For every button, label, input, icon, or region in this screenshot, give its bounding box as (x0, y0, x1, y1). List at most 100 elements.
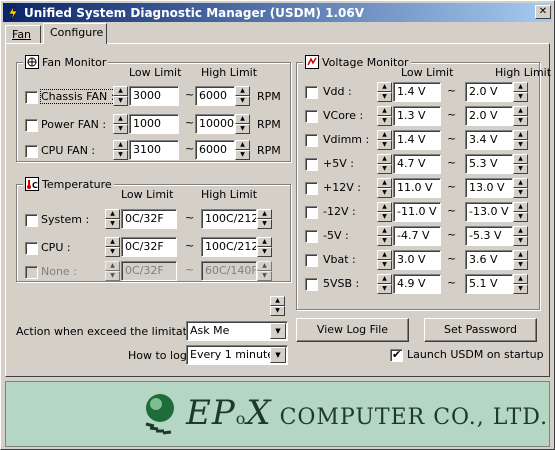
vdimm-checkbox[interactable] (305, 134, 318, 147)
vdd-low-input[interactable]: 1.4 V (393, 82, 441, 102)
plus5v-high-spinner[interactable]: ▲ ▼ (513, 154, 528, 174)
close-icon[interactable]: ✕ (535, 5, 551, 19)
5vsb-checkbox[interactable] (305, 278, 318, 291)
5vsb-low-input[interactable]: 4.9 V (393, 274, 441, 294)
minus12v-low-input[interactable]: -11.0 V (393, 202, 441, 222)
action-spinner[interactable]: ▲ ▼ (270, 296, 285, 316)
tab-configure[interactable]: Configure (43, 23, 107, 44)
plus12v-high-input[interactable]: 13.0 V (465, 178, 513, 198)
vdd-checkbox[interactable] (305, 86, 318, 99)
cpu-fan-low-input[interactable]: 3100 (129, 140, 179, 160)
cpu-temp-high-input[interactable]: 100C/212 (201, 237, 257, 257)
cpu-fan-checkbox[interactable] (25, 145, 38, 158)
range-sep: ~ (447, 276, 457, 289)
vdimm-low-spinner[interactable]: ▲ ▼ (377, 130, 392, 150)
vdimm-high-spinner[interactable]: ▲ ▼ (513, 130, 528, 150)
chassis-fan-low-input[interactable]: 3000 (129, 86, 179, 106)
range-sep: ~ (447, 180, 457, 193)
fan-monitor-title: Fan Monitor (23, 55, 109, 69)
vdd-high-input[interactable]: 2.0 V (465, 82, 513, 102)
range-sep: ~ (185, 263, 195, 276)
vbat-high-input[interactable]: 3.6 V (465, 250, 513, 270)
vcore-high-spinner[interactable]: ▲ ▼ (513, 106, 528, 126)
brand-x: X (246, 393, 272, 433)
system-temp-high-input[interactable]: 100C/212 (201, 209, 257, 229)
vbat-checkbox[interactable] (305, 254, 318, 267)
minus5v-low-spinner[interactable]: ▲ ▼ (377, 226, 392, 246)
range-sep: ~ (447, 156, 457, 169)
system-temp-low-input[interactable]: 0C/32F (121, 209, 177, 229)
none-temp-checkbox (25, 266, 38, 279)
vcore-checkbox[interactable] (305, 110, 318, 123)
5vsb-high-spinner[interactable]: ▲ ▼ (513, 274, 528, 294)
cpu-temp-checkbox[interactable] (25, 242, 38, 255)
cpu-fan-label: CPU FAN : (41, 144, 96, 157)
plus5v-low-spinner[interactable]: ▲ ▼ (377, 154, 392, 174)
power-fan-high-spinner[interactable]: ▲ ▼ (235, 114, 250, 134)
range-sep: ~ (185, 116, 195, 129)
plus5v-low-input[interactable]: 4.7 V (393, 154, 441, 174)
set-password-button[interactable]: Set Password (424, 318, 537, 342)
minus5v-low-input[interactable]: -4.7 V (393, 226, 441, 246)
chassis-fan-checkbox[interactable] (25, 91, 38, 104)
company-name: EPoX COMPUTER CO., LTD. (186, 393, 548, 433)
view-log-file-button[interactable]: View Log File (296, 318, 409, 342)
minus5v-high-spinner[interactable]: ▲ ▼ (513, 226, 528, 246)
title-bar[interactable]: Unified System Diagnostic Manager (USDM)… (3, 3, 552, 22)
minus5v-checkbox[interactable] (305, 230, 318, 243)
vbat-low-spinner[interactable]: ▲ ▼ (377, 250, 392, 270)
cpu-fan-low-spinner[interactable]: ▲ ▼ (113, 140, 128, 160)
vdimm-label: Vdimm : (323, 133, 370, 146)
power-fan-low-input[interactable]: 1000 (129, 114, 179, 134)
minus12v-low-spinner[interactable]: ▲ ▼ (377, 202, 392, 222)
power-fan-checkbox[interactable] (25, 119, 38, 132)
log-select[interactable]: Every 1 minute ▼ (186, 345, 288, 365)
cpu-temp-low-input[interactable]: 0C/32F (121, 237, 177, 257)
power-fan-high-input[interactable]: 10000 (195, 114, 235, 134)
system-temp-low-spinner[interactable]: ▲ ▼ (105, 209, 120, 229)
plus12v-low-input[interactable]: 11.0 V (393, 178, 441, 198)
plus5v-high-input[interactable]: 5.3 V (465, 154, 513, 174)
action-value: Ask Me (190, 324, 230, 337)
plus12v-checkbox[interactable] (305, 182, 318, 195)
cpu-temp-high-spinner[interactable]: ▲ ▼ (257, 237, 272, 257)
vcore-high-input[interactable]: 2.0 V (465, 106, 513, 126)
action-select[interactable]: Ask Me ▼ (186, 321, 288, 341)
cpu-temp-label: CPU : (41, 241, 71, 254)
chassis-fan-label: Chassis FAN : (39, 89, 116, 104)
minus12v-high-spinner[interactable]: ▲ ▼ (513, 202, 528, 222)
plus12v-low-spinner[interactable]: ▲ ▼ (377, 178, 392, 198)
vbat-high-spinner[interactable]: ▲ ▼ (513, 250, 528, 270)
system-temp-checkbox[interactable] (25, 214, 38, 227)
minus12v-checkbox[interactable] (305, 206, 318, 219)
vdd-high-spinner[interactable]: ▲ ▼ (513, 82, 528, 102)
minus5v-high-input[interactable]: -5.3 V (465, 226, 513, 246)
chassis-fan-high-input[interactable]: 6000 (195, 86, 235, 106)
rpm-unit: RPM (257, 118, 281, 131)
minus12v-label: -12V : (323, 205, 356, 218)
cpu-fan-high-input[interactable]: 6000 (195, 140, 235, 160)
plus12v-high-spinner[interactable]: ▲ ▼ (513, 178, 528, 198)
vcore-low-input[interactable]: 1.3 V (393, 106, 441, 126)
vdd-low-spinner[interactable]: ▲ ▼ (377, 82, 392, 102)
system-temp-high-spinner[interactable]: ▲ ▼ (257, 209, 272, 229)
plus5v-checkbox[interactable] (305, 158, 318, 171)
5vsb-low-spinner[interactable]: ▲ ▼ (377, 274, 392, 294)
power-fan-low-spinner[interactable]: ▲ ▼ (113, 114, 128, 134)
vbat-low-input[interactable]: 3.0 V (393, 250, 441, 270)
chassis-fan-high-spinner[interactable]: ▲ ▼ (235, 86, 250, 106)
vcore-low-spinner[interactable]: ▲ ▼ (377, 106, 392, 126)
vdimm-low-input[interactable]: 1.4 V (393, 130, 441, 150)
cpu-temp-low-spinner[interactable]: ▲ ▼ (105, 237, 120, 257)
voltage-icon (305, 55, 319, 69)
5vsb-high-input[interactable]: 5.1 V (465, 274, 513, 294)
chevron-down-icon[interactable]: ▼ (270, 347, 286, 363)
cpu-fan-high-spinner[interactable]: ▲ ▼ (235, 140, 250, 160)
launch-startup-checkbox[interactable] (390, 348, 403, 362)
minus5v-label: -5V : (323, 229, 349, 242)
vdimm-high-input[interactable]: 3.4 V (465, 130, 513, 150)
chassis-fan-low-spinner[interactable]: ▲ ▼ (113, 86, 128, 106)
tab-fan[interactable]: Fan (5, 25, 41, 44)
chevron-down-icon[interactable]: ▼ (270, 323, 286, 339)
minus12v-high-input[interactable]: -13.0 V (465, 202, 513, 222)
